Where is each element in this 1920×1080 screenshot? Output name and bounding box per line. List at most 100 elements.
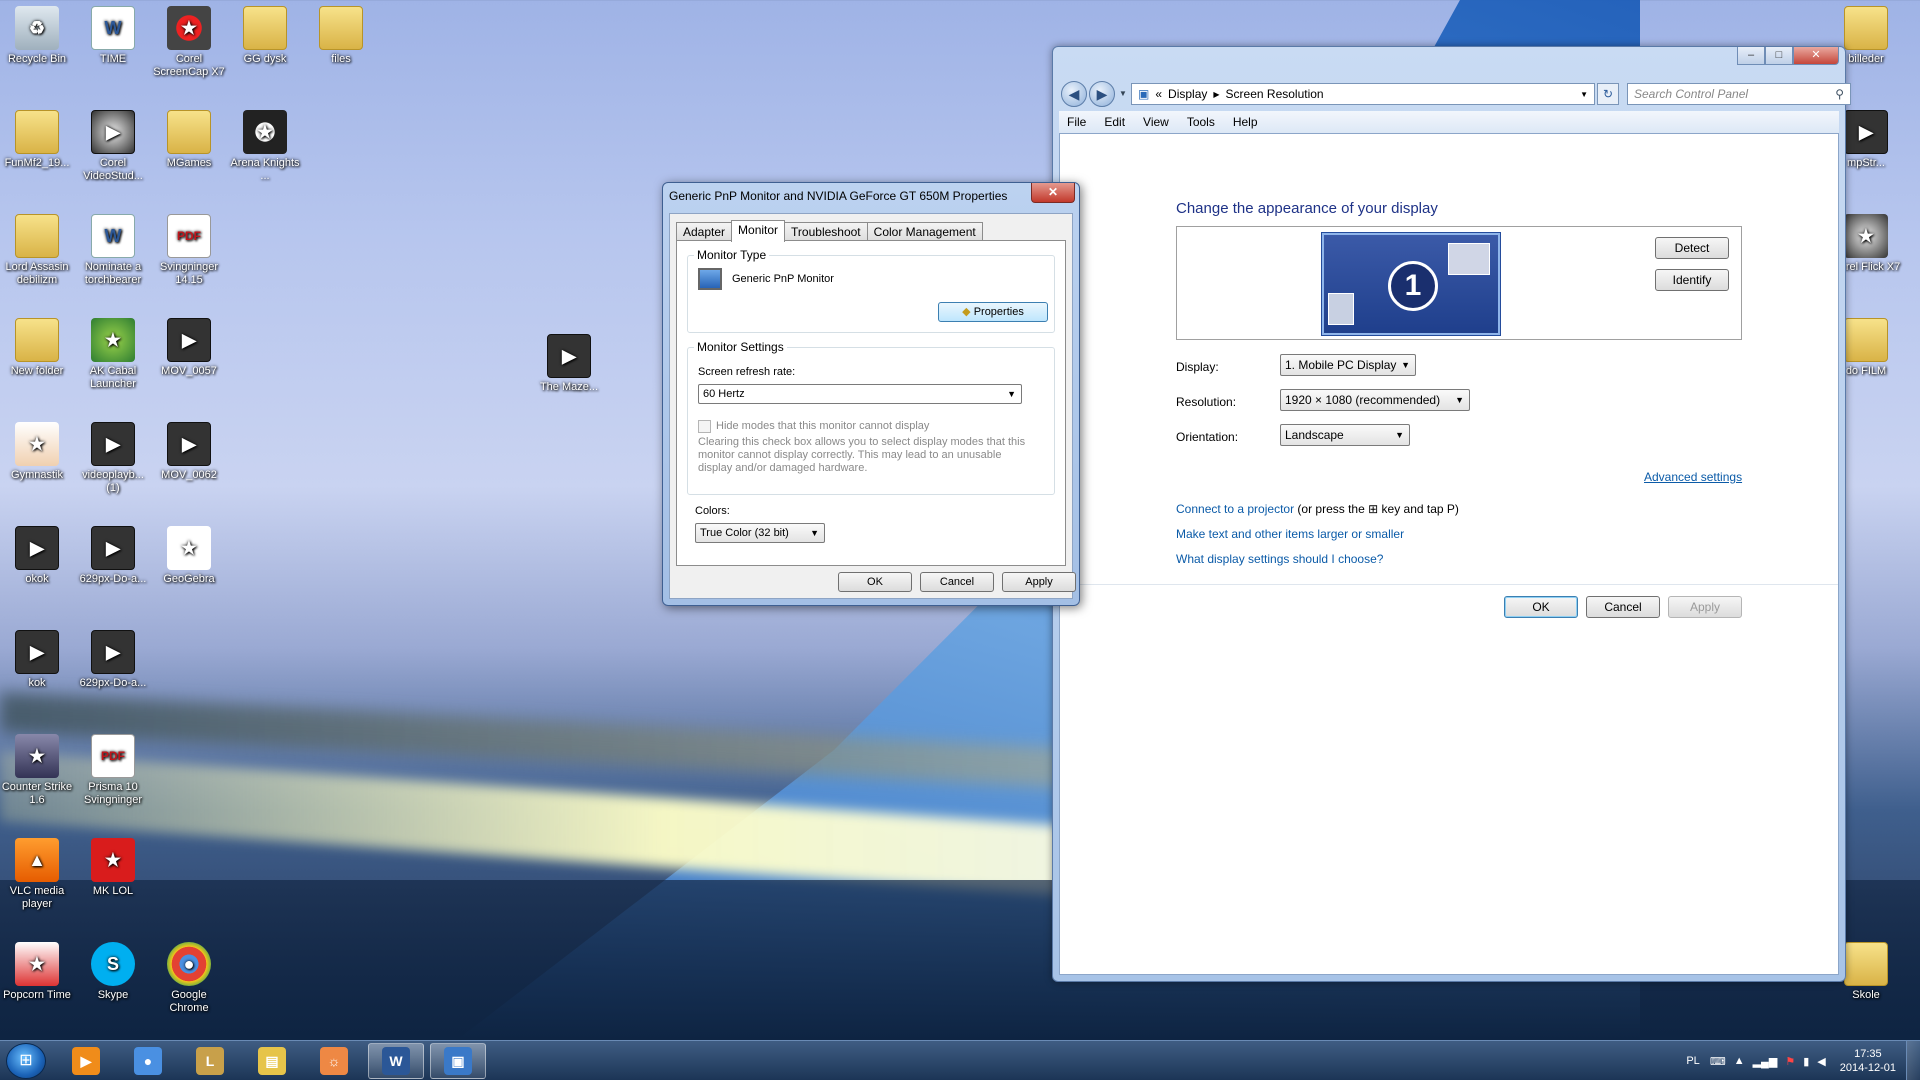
dialog-close-button[interactable]: ✕ (1031, 183, 1075, 203)
desktop-icon[interactable]: ▲ VLC media player (1, 838, 73, 911)
hide-modes-checkbox[interactable] (698, 420, 711, 433)
text-size-link[interactable]: Make text and other items larger or smal… (1176, 527, 1404, 541)
keyboard-icon[interactable]: ⌨ (1706, 1055, 1730, 1068)
monitor-name: Generic PnP Monitor (732, 273, 834, 285)
what-settings-link[interactable]: What display settings should I choose? (1176, 552, 1383, 566)
ok-button[interactable]: OK (1504, 596, 1578, 618)
maximize-button[interactable]: □ (1765, 47, 1793, 65)
desktop-icon[interactable]: W Nominate a torchbearer (77, 214, 149, 287)
connect-projector-link[interactable]: Connect to a projector (1176, 502, 1294, 516)
desktop-icon[interactable]: ▶ 629px-Do-a... (77, 526, 149, 586)
cancel-button[interactable]: Cancel (1586, 596, 1660, 618)
identify-button[interactable]: Identify (1655, 269, 1729, 291)
desktop-icon[interactable]: ♻ Recycle Bin (1, 6, 73, 66)
apply-button[interactable]: Apply (1668, 596, 1742, 618)
refresh-icon[interactable]: ↻ (1597, 83, 1619, 105)
menu-view[interactable]: View (1143, 115, 1169, 129)
monitor-settings-label: Monitor Settings (694, 340, 787, 354)
control-panel-window[interactable]: – □ ✕ ◀ ▶ ▼ ▣ « Display ▶ Screen Resolut… (1052, 46, 1851, 982)
desktop-icon[interactable]: MGames (153, 110, 225, 170)
resolution-select[interactable]: 1920 × 1080 (recommended) ▼ (1280, 389, 1470, 411)
desktop-icon[interactable]: ★ Corel ScreenCap X7 (153, 6, 225, 79)
action-center-flag-icon[interactable]: ⚑ (1781, 1055, 1799, 1068)
desktop-icon[interactable]: ★ Gymnastik (1, 422, 73, 482)
desktop-icon[interactable]: ▶ okok (1, 526, 73, 586)
desktop-icon[interactable]: ▶ MOV_0057 (153, 318, 225, 378)
history-dropdown-icon[interactable]: ▼ (1119, 89, 1127, 98)
monitor-properties-button[interactable]: ◆ Properties (938, 302, 1048, 322)
breadcrumb-display[interactable]: Display (1168, 87, 1207, 101)
breadcrumb-prefix[interactable]: « (1155, 87, 1162, 101)
hide-modes-label: Hide modes that this monitor cannot disp… (716, 420, 930, 432)
menu-tools[interactable]: Tools (1187, 115, 1215, 129)
desktop-icon[interactable]: GG dysk (229, 6, 301, 66)
tab-monitor[interactable]: Monitor (731, 220, 786, 242)
desktop-icon[interactable]: ▶ Corel VideoStud... (77, 110, 149, 183)
volume-icon[interactable]: ◀ (1813, 1055, 1829, 1068)
network-signal-icon[interactable]: ▂▄▆ (1749, 1055, 1782, 1068)
monitor-properties-dialog[interactable]: Generic PnP Monitor and NVIDIA GeForce G… (662, 182, 1080, 606)
desktop-icon[interactable]: PDF Svingninger 14.15 (153, 214, 225, 287)
close-button[interactable]: ✕ (1793, 47, 1839, 65)
orientation-select[interactable]: Landscape ▼ (1280, 424, 1410, 446)
tab-troubleshoot[interactable]: Troubleshoot (784, 222, 868, 242)
desktop-icon[interactable]: ★ Popcorn Time (1, 942, 73, 1002)
desktop-icon[interactable]: W TIME (77, 6, 149, 66)
dialog-ok-button[interactable]: OK (838, 572, 912, 592)
desktop-icon[interactable]: ★ GeoGebra (153, 526, 225, 586)
forward-button[interactable]: ▶ (1089, 81, 1115, 107)
taskbar-button-word[interactable]: W (368, 1043, 424, 1079)
desktop-icon[interactable]: ★ AK Cabal Launcher (77, 318, 149, 391)
desktop-icon[interactable]: PDF Prisma 10 Svingninger (77, 734, 149, 807)
tab-adapter[interactable]: Adapter (676, 222, 733, 242)
desktop-icon[interactable]: files (305, 6, 377, 66)
refresh-rate-select[interactable]: 60 Hertz ▼ (698, 384, 1022, 404)
chevron-down-icon: ▼ (1455, 395, 1464, 405)
menu-file[interactable]: File (1067, 115, 1086, 129)
search-icon[interactable]: ⚲ (1835, 84, 1844, 104)
monitor-1-thumbnail[interactable]: 1 (1322, 233, 1500, 335)
desktop-icon[interactable]: FunMf2_19... (1, 110, 73, 170)
start-button[interactable]: ⊞ (6, 1043, 46, 1079)
video-file-icon: ▶ (167, 318, 211, 362)
address-dropdown-icon[interactable]: ▼ (1580, 90, 1588, 99)
dialog-cancel-button[interactable]: Cancel (920, 572, 994, 592)
taskbar-button-sun-app[interactable]: ☼ (306, 1043, 362, 1079)
show-desktop-button[interactable] (1906, 1041, 1920, 1080)
taskbar-button-chrome[interactable]: ● (120, 1043, 176, 1079)
desktop-icon[interactable]: S Skype (77, 942, 149, 1002)
tab-color-management[interactable]: Color Management (866, 222, 983, 242)
desktop-icon[interactable]: ▶ 629px-Do-a... (77, 630, 149, 690)
display-label: Display: (1176, 360, 1219, 374)
minimize-button[interactable]: – (1737, 47, 1765, 65)
breadcrumb-screen-resolution[interactable]: Screen Resolution (1226, 87, 1324, 101)
advanced-settings-link[interactable]: Advanced settings (1644, 470, 1742, 484)
show-hidden-icons-icon[interactable]: ▲ (1730, 1055, 1749, 1067)
desktop-icon[interactable]: ▶ The Maze... (533, 334, 605, 394)
taskbar-button-league[interactable]: L (182, 1043, 238, 1079)
desktop-icon[interactable]: New folder (1, 318, 73, 378)
address-box[interactable]: ▣ « Display ▶ Screen Resolution ▼ (1131, 83, 1595, 105)
dialog-apply-button[interactable]: Apply (1002, 572, 1076, 592)
desktop-icon[interactable]: ● Google Chrome (153, 942, 225, 1015)
language-indicator[interactable]: PL (1680, 1055, 1705, 1067)
taskbar-button-media-player[interactable]: ▶ (58, 1043, 114, 1079)
desktop-icon[interactable]: ▶ videoplayb... (1) (77, 422, 149, 495)
back-button[interactable]: ◀ (1061, 81, 1087, 107)
taskbar-button-control-panel[interactable]: ▣ (430, 1043, 486, 1079)
display-select[interactable]: 1. Mobile PC Display ▼ (1280, 354, 1416, 376)
colors-select[interactable]: True Color (32 bit) ▼ (695, 523, 825, 543)
taskbar-button-explorer[interactable]: ▤ (244, 1043, 300, 1079)
desktop-icon[interactable]: Lord Assasin debilizm (1, 214, 73, 287)
menu-edit[interactable]: Edit (1104, 115, 1125, 129)
search-input[interactable]: Search Control Panel ⚲ (1627, 83, 1851, 105)
desktop-icon[interactable]: ▶ MOV_0062 (153, 422, 225, 482)
detect-button[interactable]: Detect (1655, 237, 1729, 259)
desktop-icon[interactable]: ★ MK LOL (77, 838, 149, 898)
clock[interactable]: 17:35 2014-12-01 (1830, 1047, 1906, 1075)
menu-help[interactable]: Help (1233, 115, 1258, 129)
desktop-icon[interactable]: ★ Counter Strike 1.6 (1, 734, 73, 807)
battery-icon[interactable]: ▮ (1799, 1055, 1813, 1068)
desktop-icon[interactable]: ▶ kok (1, 630, 73, 690)
desktop-icon[interactable]: ★ Arena Knights ... (229, 110, 301, 183)
